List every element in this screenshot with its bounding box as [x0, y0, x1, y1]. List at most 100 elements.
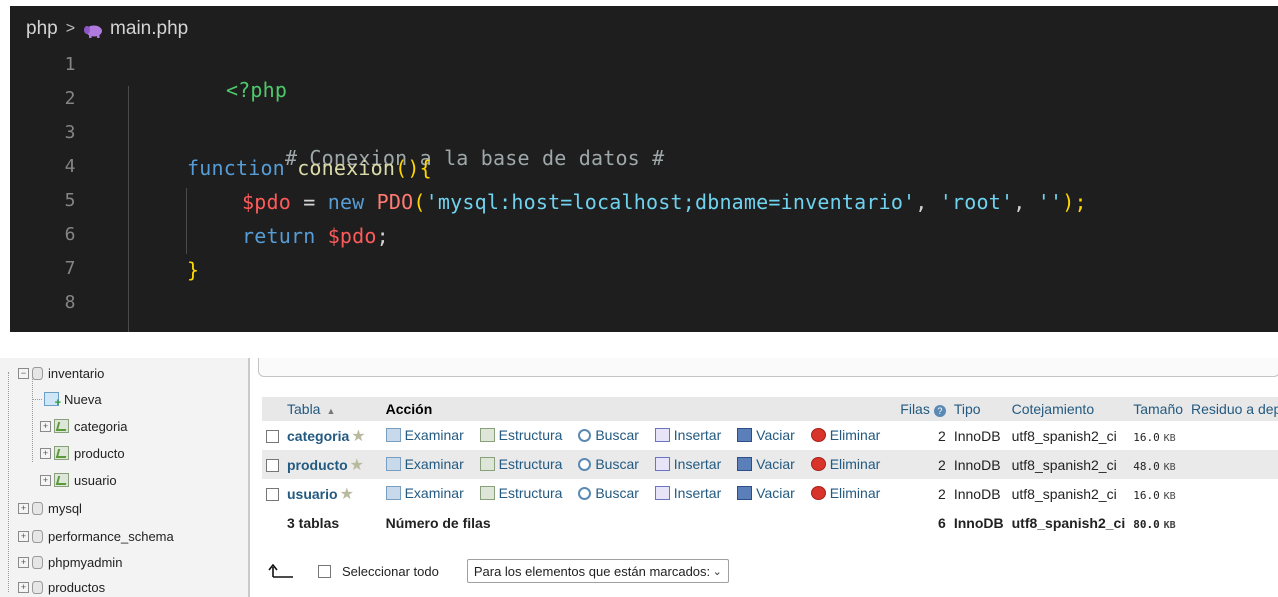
empty-icon [737, 456, 753, 471]
select-all-label[interactable]: Seleccionar todo [342, 564, 439, 579]
semicolon: ; [376, 224, 389, 248]
residuo-cell: - [1187, 421, 1278, 450]
string: 'root' [939, 190, 1014, 214]
expand-icon[interactable]: + [18, 502, 29, 514]
favorite-star-icon[interactable]: ★ [350, 457, 364, 474]
select-all-checkbox[interactable] [318, 564, 331, 578]
function-name: conexion [297, 156, 396, 180]
line-number: 8 [64, 292, 76, 313]
expand-icon[interactable]: + [18, 581, 29, 593]
tipo-cell: InnoDB [949, 479, 1008, 508]
header-tabla[interactable]: Tabla ▲ [283, 397, 382, 421]
code-editor[interactable]: php > main.php 1 <?php 2 3 # Conexion a … [10, 6, 1278, 332]
footer-empty-cell [262, 508, 283, 537]
structure-icon [479, 485, 495, 500]
code-line-7: 7 } [10, 252, 1278, 286]
table-name-link[interactable]: usuario [287, 486, 338, 502]
db-phpmyadmin[interactable]: + phpmyadmin [18, 552, 122, 572]
code-text: function conexion(){ [187, 156, 432, 180]
insertar-link[interactable]: Insertar [654, 455, 722, 472]
search-icon [578, 486, 592, 500]
expand-icon[interactable]: + [18, 556, 29, 568]
buscar-link[interactable]: Buscar [578, 485, 639, 501]
cotejamiento-cell: utf8_spanish2_ci [1007, 479, 1130, 508]
vaciar-link[interactable]: Vaciar [737, 427, 795, 443]
footer-cotejamiento: utf8_spanish2_ci [1007, 508, 1130, 537]
header-label: Filas [900, 401, 930, 417]
action-label: Examinar [404, 455, 464, 472]
row-checkbox-cell [262, 479, 283, 508]
database-icon [32, 529, 43, 543]
buscar-link[interactable]: Buscar [578, 427, 639, 443]
nueva-tabla-link[interactable]: Nueva [44, 389, 102, 409]
expand-icon[interactable]: + [18, 530, 29, 542]
keyword: new [327, 190, 377, 214]
header-label: Acción [385, 401, 433, 417]
estructura-link[interactable]: Estructura [479, 484, 563, 501]
expand-icon[interactable]: + [40, 420, 51, 432]
footer-numero-filas: Número de filas [381, 508, 897, 537]
buscar-link[interactable]: Buscar [578, 456, 639, 472]
row-checkbox[interactable] [266, 430, 279, 444]
db-name: productos [48, 579, 106, 595]
vaciar-link[interactable]: Vaciar [737, 456, 795, 472]
nav-table-usuario[interactable]: + usuario [40, 470, 117, 490]
size-unit: KB [1163, 519, 1176, 531]
header-accion: Acción [381, 397, 897, 421]
expand-icon[interactable]: + [40, 447, 51, 459]
header-tamano[interactable]: Tamaño [1129, 397, 1188, 421]
insert-icon [654, 427, 670, 442]
nav-table-categoria[interactable]: + categoria [40, 416, 127, 436]
action-label: Buscar [595, 456, 639, 472]
table-header-row: Tabla ▲ Acción Filas? Tipo Cotejamiento T… [262, 397, 1278, 421]
expand-icon[interactable]: + [40, 474, 51, 486]
variable: $pdo [327, 224, 377, 248]
chevron-right-icon: > [65, 20, 76, 37]
db-performance-schema[interactable]: + performance_schema [18, 526, 174, 546]
eliminar-link[interactable]: Eliminar [810, 427, 880, 443]
header-filas[interactable]: Filas? [896, 397, 950, 421]
header-tipo[interactable]: Tipo [949, 397, 1008, 421]
eliminar-link[interactable]: Eliminar [810, 456, 880, 472]
eliminar-link[interactable]: Eliminar [810, 485, 880, 501]
insert-icon [654, 456, 670, 471]
size-cell: 16.0 KB [1129, 421, 1188, 450]
with-selected-dropdown[interactable]: Para los elementos que están marcados: ⌄ [466, 559, 729, 583]
action-label: Vaciar [756, 455, 795, 472]
db-inventario[interactable]: − inventario [18, 363, 104, 383]
db-productos[interactable]: + productos [18, 577, 105, 597]
row-checkbox[interactable] [266, 459, 279, 473]
examinar-link[interactable]: Examinar [385, 455, 464, 472]
help-icon[interactable]: ? [933, 405, 946, 417]
cotejamiento-cell: utf8_spanish2_ci [1007, 421, 1130, 450]
breadcrumb-folder[interactable]: php [26, 18, 58, 40]
table-name-link[interactable]: categoria [287, 428, 349, 444]
estructura-link[interactable]: Estructura [479, 456, 562, 472]
table-name-link[interactable]: producto [287, 457, 348, 473]
search-icon [578, 428, 592, 442]
table-name-cell: categoria ★ [283, 421, 382, 450]
favorite-star-icon[interactable]: ★ [351, 428, 365, 445]
row-checkbox[interactable] [266, 488, 279, 502]
database-icon [32, 555, 43, 569]
insertar-link[interactable]: Insertar [654, 427, 721, 443]
collapse-icon[interactable]: − [18, 367, 29, 379]
examinar-link[interactable]: Examinar [385, 485, 464, 501]
nav-table-producto[interactable]: + producto [40, 443, 125, 463]
header-cotejamiento[interactable]: Cotejamiento [1007, 397, 1130, 421]
action-label: Insertar [673, 455, 722, 472]
line-number: 7 [64, 258, 76, 279]
code-text: return $pdo; [242, 224, 389, 248]
insertar-link[interactable]: Insertar [654, 485, 721, 501]
estructura-link[interactable]: Estructura [479, 427, 562, 443]
breadcrumb-file[interactable]: main.php [110, 18, 188, 40]
action-label: Estructura [498, 484, 563, 501]
examinar-link[interactable]: Examinar [385, 427, 464, 443]
db-mysql[interactable]: + mysql [18, 498, 82, 518]
paren: (){ [395, 156, 432, 180]
favorite-star-icon[interactable]: ★ [340, 486, 354, 503]
header-residuo[interactable]: Residuo a depurar [1187, 397, 1278, 421]
vaciar-link[interactable]: Vaciar [737, 485, 795, 501]
code-line-8: 8 [10, 286, 1278, 320]
drop-icon [810, 485, 826, 500]
